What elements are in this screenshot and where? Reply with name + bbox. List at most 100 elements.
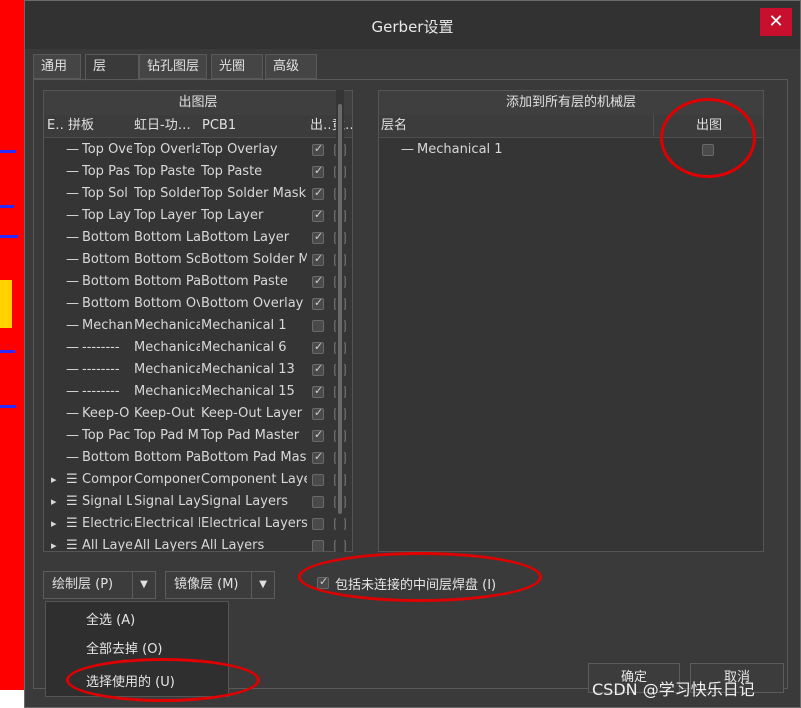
tab-general[interactable]: 通用 xyxy=(33,54,81,79)
menu-item-select-all[interactable]: 全选 (A) xyxy=(86,609,135,628)
layer-row[interactable]: — Bottom Bottom So Bottom Solder M xyxy=(44,249,352,271)
tree-line-icon: — xyxy=(66,340,79,355)
panel-layer-name: Top Overla xyxy=(134,142,200,157)
layer-group-icon: ☰ xyxy=(66,516,78,531)
expand-arrow-icon[interactable]: ▸ xyxy=(51,535,61,551)
pcb-layer-name: Bottom Solder M xyxy=(201,252,307,267)
plot-checkbox[interactable] xyxy=(312,518,324,530)
menu-item-deselect-all[interactable]: 全部去掉 (O) xyxy=(86,638,163,657)
plot-checkbox[interactable] xyxy=(312,164,324,178)
panel-layer-name: Bottom Pa xyxy=(134,450,200,465)
panel-layer-name: Mechanica xyxy=(134,362,200,377)
layer-row[interactable]: — Top Ove Top Overla Top Overlay xyxy=(44,139,352,161)
tab-advanced[interactable]: 高级 xyxy=(265,54,317,79)
plot-checkbox[interactable] xyxy=(312,142,324,156)
plot-checkbox[interactable] xyxy=(312,340,324,354)
tree-line-icon: — xyxy=(66,186,79,201)
plot-checkbox[interactable] xyxy=(312,474,324,486)
plot-checkbox[interactable] xyxy=(312,406,324,420)
tree-line-icon: — xyxy=(66,230,79,245)
layer-row[interactable]: — Keep-O Keep-Out Keep-Out Layer xyxy=(44,403,352,425)
layer-short-name: Top Pac xyxy=(82,428,131,443)
plot-checkbox[interactable] xyxy=(312,230,324,244)
plot-checkbox[interactable] xyxy=(312,296,324,310)
panel-layer-name: Bottom Ov xyxy=(134,296,200,311)
tab-layers[interactable]: 层 xyxy=(85,54,139,81)
layer-short-name: Top Sol xyxy=(82,186,128,201)
col-layer-name[interactable]: 层名 xyxy=(381,115,407,136)
layer-row[interactable]: — Mechan Mechanica Mechanical 1 xyxy=(44,315,352,337)
panel-layer-name: Top Solder xyxy=(134,186,200,201)
pcb-layer-name: Top Layer xyxy=(201,208,264,223)
tree-line-icon: — xyxy=(66,208,79,223)
panel-layer-name: Keep-Out xyxy=(134,406,195,421)
layer-row[interactable]: — Bottom Bottom Ov Bottom Overlay xyxy=(44,293,352,315)
tree-line-icon: — xyxy=(66,296,79,311)
plot-checkbox[interactable] xyxy=(312,450,324,464)
mirror-layers-label: 镜像层 (M) xyxy=(174,577,239,592)
tree-line-icon: — xyxy=(66,450,79,465)
chevron-down-icon[interactable]: ▼ xyxy=(132,572,155,598)
pcb-layer-name: Electrical Layers xyxy=(201,516,307,531)
layer-row[interactable]: — Top Lay Top Layer Top Layer xyxy=(44,205,352,227)
plot-checkbox[interactable] xyxy=(312,274,324,288)
plot-checkbox[interactable] xyxy=(312,362,324,376)
layer-row[interactable]: — Bottom Bottom La Bottom Layer xyxy=(44,227,352,249)
plot-checkbox[interactable] xyxy=(312,252,324,266)
panel-layer-name: Componer xyxy=(134,472,200,487)
expand-arrow-icon[interactable]: ▸ xyxy=(51,513,61,535)
layer-short-name: Compor xyxy=(82,472,132,487)
plot-checkbox[interactable] xyxy=(312,208,324,222)
layer-short-name: Keep-O xyxy=(82,406,130,421)
panel-layer-name: Mechanica xyxy=(134,384,200,399)
pcb-layer-name: Keep-Out Layer xyxy=(201,406,303,421)
plot-checkbox[interactable] xyxy=(312,384,324,398)
plot-layers-button[interactable]: 绘制层 (P) ▼ xyxy=(43,571,156,599)
expand-arrow-icon[interactable]: ▸ xyxy=(51,491,61,513)
plot-layers-header: 出图层 xyxy=(44,91,352,116)
layer-row[interactable]: ▸ ☰ Compor Componer Component Laye xyxy=(44,469,352,491)
mirror-layers-button[interactable]: 镜像层 (M) ▼ xyxy=(165,571,275,599)
layer-row[interactable]: — -------- Mechanica Mechanical 6 xyxy=(44,337,352,359)
layer-row[interactable]: ▸ ☰ ElectricaElectrical LElectrical Layers xyxy=(44,513,352,535)
layer-row[interactable]: ▸ ☰ Signal LSignal LayeSignal Layers xyxy=(44,491,352,513)
vertical-scrollbar[interactable] xyxy=(336,90,344,552)
plot-checkbox[interactable] xyxy=(312,496,324,508)
chevron-down-icon[interactable]: ▼ xyxy=(251,572,274,598)
pcb-layer-name: Top Paste xyxy=(201,164,263,179)
plot-checkbox[interactable] xyxy=(312,540,324,551)
layer-row[interactable]: ▸ ☰ All Laye All Layers All Layers xyxy=(44,535,352,552)
plot-checkbox[interactable] xyxy=(312,186,324,200)
col-plot[interactable]: 出… xyxy=(310,115,330,136)
plot-checkbox[interactable] xyxy=(312,428,324,442)
tab-apertures[interactable]: 光圈 xyxy=(211,54,263,79)
layer-row[interactable]: — Bottom Bottom Pa Bottom Pad Mast xyxy=(44,447,352,469)
layer-row[interactable]: — Top Pac Top Pad M Top Pad Master xyxy=(44,425,352,447)
layer-short-name: Mechan xyxy=(82,318,132,333)
col-hongri[interactable]: 虹日-功… xyxy=(134,115,200,136)
col-expand[interactable]: E… xyxy=(47,115,65,136)
layer-row[interactable]: — Bottom Bottom Pa Bottom Paste xyxy=(44,271,352,293)
layer-row[interactable]: — -------- Mechanica Mechanical 13 xyxy=(44,359,352,381)
col-panel[interactable]: 拼板 xyxy=(68,115,130,136)
tab-drill-drawing[interactable]: 钻孔图层 xyxy=(139,54,207,79)
tree-line-icon: — xyxy=(66,318,79,333)
panel-layer-name: Electrical L xyxy=(134,516,200,531)
layer-short-name: -------- xyxy=(82,384,120,399)
panel-layer-name: All Layers xyxy=(134,538,198,552)
layer-row[interactable]: — -------- Mechanica Mechanical 15 xyxy=(44,381,352,403)
panel-layer-name: Top Paste xyxy=(134,164,196,179)
col-pcb1[interactable]: PCB1 xyxy=(202,115,302,136)
plot-checkbox[interactable] xyxy=(312,320,324,332)
layer-row[interactable]: — Top Sol Top Solder Top Solder Mask xyxy=(44,183,352,205)
expand-arrow-icon[interactable]: ▸ xyxy=(51,469,61,491)
panel-layer-name: Mechanica xyxy=(134,318,200,333)
close-button[interactable]: ✕ xyxy=(760,8,792,36)
layer-row[interactable]: — Top Pas Top Paste Top Paste xyxy=(44,161,352,183)
panel-layer-name: Top Pad M xyxy=(134,428,199,443)
layer-short-name: Bottom xyxy=(82,274,130,289)
panel-layer-name: Signal Laye xyxy=(134,494,200,509)
panel-layer-name: Bottom La xyxy=(134,230,200,245)
scrollbar-thumb[interactable] xyxy=(338,104,342,514)
annotation-circle-plot xyxy=(660,98,756,178)
